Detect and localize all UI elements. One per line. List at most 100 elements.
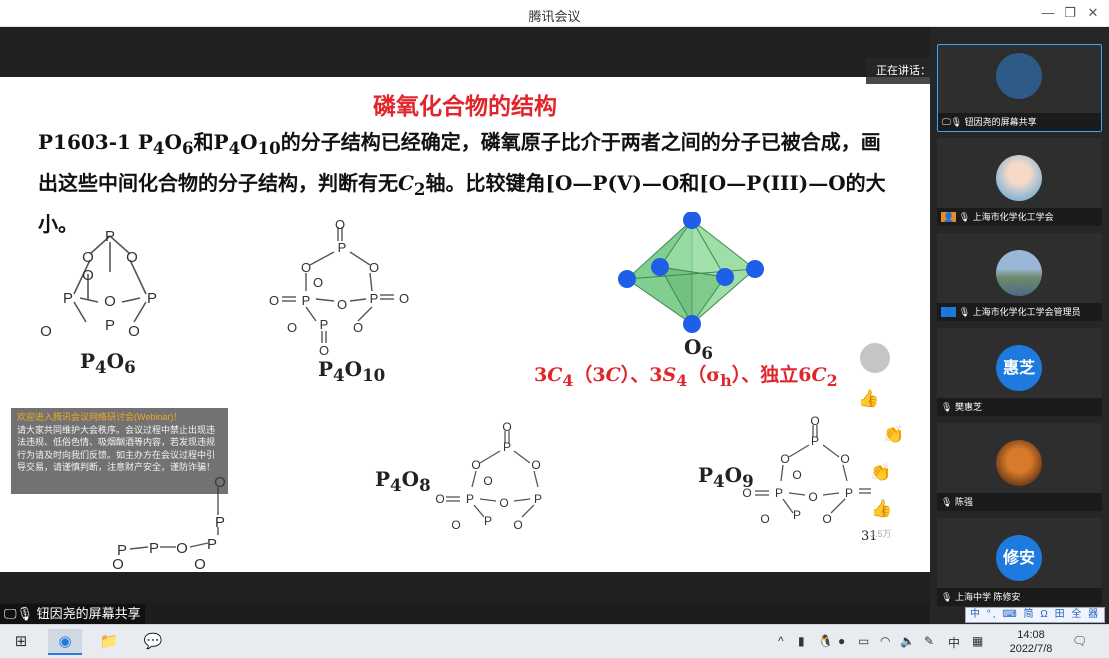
svg-text:O: O (269, 293, 279, 308)
svg-text:O: O (780, 452, 789, 466)
p4o9-structure: O P O O O O P O P O P O (742, 414, 871, 526)
participant-tile[interactable]: 👤 🎙 上海市化学化工学会 (937, 138, 1102, 226)
applause-icon[interactable]: 👏 (870, 463, 891, 483)
atom-label: O (82, 267, 94, 284)
octahedron-diagram (618, 212, 764, 333)
notification-icon[interactable]: 🗨 (1072, 634, 1087, 648)
svg-text:P: P (845, 486, 853, 500)
avatar (996, 440, 1042, 486)
input-language[interactable]: 中 (948, 634, 960, 651)
participant-tile[interactable]: 修安 🎙 上海中学 陈修安 (937, 518, 1102, 606)
svg-text:P: P (338, 240, 347, 255)
clap-icon[interactable]: 👏 (883, 425, 904, 445)
wechat-icon[interactable]: 💬 (136, 629, 170, 655)
thumbs-up-icon[interactable]: 👍 (858, 389, 879, 409)
slide-title: 磷氧化合物的结构 (373, 94, 557, 120)
svg-text:O: O (808, 490, 817, 504)
oxygen-atom-dot (618, 270, 636, 288)
symmetry-note: 3C4（3C）、3S4（σh）、独立6C2 (534, 364, 838, 390)
usb-icon[interactable]: ▮ (798, 634, 805, 648)
p4o10-structure: O P O O O O P O P O O P O O (269, 217, 409, 357)
svg-text:O: O (760, 512, 769, 526)
svg-text:O: O (840, 452, 849, 466)
svg-text:P: P (775, 486, 783, 500)
atom-label: P (63, 290, 73, 307)
reaction-count: 3.5万 (870, 529, 892, 539)
svg-text:O: O (335, 217, 345, 232)
svg-text:O: O (502, 421, 511, 434)
title-bar: 腾讯会议 — ❐ ✕ (0, 0, 1109, 27)
svg-text:O: O (499, 496, 508, 510)
app-tray-icon[interactable]: ● (838, 634, 845, 648)
svg-text:P: P (534, 492, 542, 506)
avatar: 惠芝 (996, 345, 1042, 391)
svg-text:O: O (513, 518, 522, 532)
qq-icon[interactable]: 🐧 (818, 634, 833, 648)
file-explorer-icon[interactable]: 📁 (92, 629, 126, 655)
windows-start-icon[interactable]: ⊞ (4, 629, 38, 655)
oxygen-atom-dot (716, 268, 734, 286)
atom-label: O (40, 323, 52, 340)
pointer-circle (860, 343, 890, 373)
app-window: 腾讯会议 — ❐ ✕ 磷氧化合物的结构 P1603-1 P4O6和P4O10的分… (0, 0, 1109, 658)
participant-tile[interactable]: 🖵🎙 钮因尧的屏幕共享 (937, 44, 1102, 132)
like-icon[interactable]: 👍 (871, 499, 892, 519)
notice-body: 请大家共同维护大会秩序。会议过程中禁止出现违法违规、低俗色情、吸烟酗酒等内容，若… (17, 424, 216, 473)
svg-text:O: O (313, 275, 323, 290)
atom-label: O (82, 249, 94, 266)
volume-icon[interactable]: 🔈 (900, 634, 915, 648)
tencent-meeting-icon[interactable]: ◉ (48, 629, 82, 655)
participant-name: 🎙 陈强 (937, 493, 1102, 511)
svg-text:P: P (811, 434, 819, 448)
participant-tile[interactable]: 惠芝 🎙 樊惠芝 (937, 328, 1102, 416)
atom-label: O (104, 293, 116, 310)
wifi-icon[interactable]: ◠ (880, 634, 890, 648)
svg-text:O: O (176, 540, 188, 557)
clock[interactable]: 14:08 2022/7/8 (1003, 628, 1059, 656)
svg-text:O: O (435, 492, 444, 506)
avatar (996, 250, 1042, 296)
svg-text:O: O (287, 320, 297, 335)
atom-label: O (128, 323, 140, 340)
participant-tile[interactable]: 👤 🎙 上海市化学化工学会管理员 (937, 233, 1102, 321)
taskbar: ⊞ ◉ 📁 💬 ^ ▮ 🐧 ● ▭ ◠ 🔈 ✎ 中 ▦ 14:08 2022/7… (0, 624, 1109, 658)
pen-icon[interactable]: ✎ (924, 634, 934, 648)
svg-text:P: P (215, 514, 225, 531)
participant-panel: 🖵🎙 钮因尧的屏幕共享 👤 🎙 上海市化学化工学会 👤 🎙 上海市化学化工学会管… (930, 27, 1109, 624)
svg-text:P: P (503, 440, 511, 454)
minimize-icon[interactable]: — (1037, 3, 1059, 23)
ime-icon[interactable]: ▦ (972, 634, 983, 648)
chevron-up-icon[interactable]: ^ (778, 634, 784, 648)
svg-text:P: P (207, 536, 217, 553)
avatar (996, 53, 1042, 99)
ime-toolbar[interactable]: 中 °, ⌨ 简 Ω 田 全 器 (965, 607, 1105, 623)
o6-label: O6 (684, 335, 714, 363)
svg-text:O: O (194, 556, 206, 572)
oxygen-atom-dot (683, 315, 701, 333)
participant-tile[interactable]: 🎙 陈强 (937, 423, 1102, 511)
oxygen-atom-dot (746, 260, 764, 278)
p4o6-label: P4O6 (80, 349, 136, 377)
svg-text:O: O (301, 260, 311, 275)
participant-name: 🎙 上海中学 陈修安 (937, 588, 1102, 606)
svg-text:O: O (742, 486, 751, 500)
svg-text:O: O (822, 512, 831, 526)
slide: 磷氧化合物的结构 P1603-1 P4O6和P4O10的分子结构已经确定，磷氧原… (0, 77, 930, 572)
svg-text:P: P (793, 508, 801, 522)
avatar: 修安 (996, 535, 1042, 581)
notice-title: 欢迎进入腾讯会议网络研讨会(Webinar)！ (17, 412, 183, 422)
atom-label: O (126, 249, 138, 266)
participant-name: 👤 🎙 上海市化学化工学会 (937, 208, 1102, 226)
svg-text:O: O (112, 556, 124, 572)
svg-text:P: P (466, 492, 474, 506)
atom-label: P (105, 228, 115, 245)
battery-icon[interactable]: ▭ (858, 634, 869, 648)
svg-text:O: O (471, 458, 480, 472)
close-icon[interactable]: ✕ (1082, 3, 1104, 23)
participant-name: 👤 🎙 上海市化学化工学会管理员 (937, 303, 1102, 321)
restore-icon[interactable]: ❐ (1059, 3, 1081, 23)
svg-text:P: P (149, 540, 159, 557)
avatar (996, 155, 1042, 201)
clock-date: 2022/7/8 (1009, 643, 1053, 655)
clock-time: 14:08 (1017, 629, 1045, 641)
